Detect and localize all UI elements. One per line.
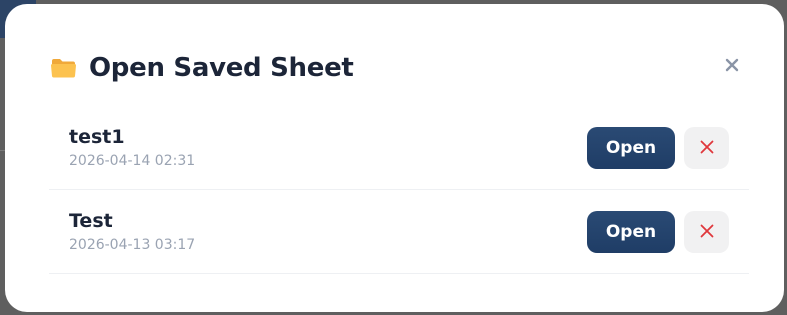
delete-sheet-button[interactable] [684, 127, 729, 169]
close-icon[interactable] [721, 54, 743, 76]
open-sheet-button[interactable]: Open [587, 127, 675, 169]
open-saved-sheet-dialog: Open Saved Sheet test1 2026-04-14 02:31 … [5, 4, 784, 312]
sheet-name: Test [69, 210, 113, 232]
saved-sheet-item: test1 2026-04-14 02:31 Open [49, 106, 749, 190]
open-sheet-button[interactable]: Open [587, 211, 675, 253]
folder-icon [50, 56, 77, 80]
sheet-date: 2026-04-14 02:31 [69, 153, 196, 169]
saved-sheets-list: test1 2026-04-14 02:31 Open Test 2026-04… [49, 106, 749, 274]
sheet-name: test1 [69, 126, 125, 148]
sheet-date: 2026-04-13 03:17 [69, 237, 196, 253]
dialog-header: Open Saved Sheet [50, 48, 750, 88]
dialog-title: Open Saved Sheet [89, 53, 354, 83]
delete-x-icon [700, 224, 714, 241]
delete-sheet-button[interactable] [684, 211, 729, 253]
saved-sheet-item: Test 2026-04-13 03:17 Open [49, 190, 749, 274]
delete-x-icon [700, 140, 714, 157]
